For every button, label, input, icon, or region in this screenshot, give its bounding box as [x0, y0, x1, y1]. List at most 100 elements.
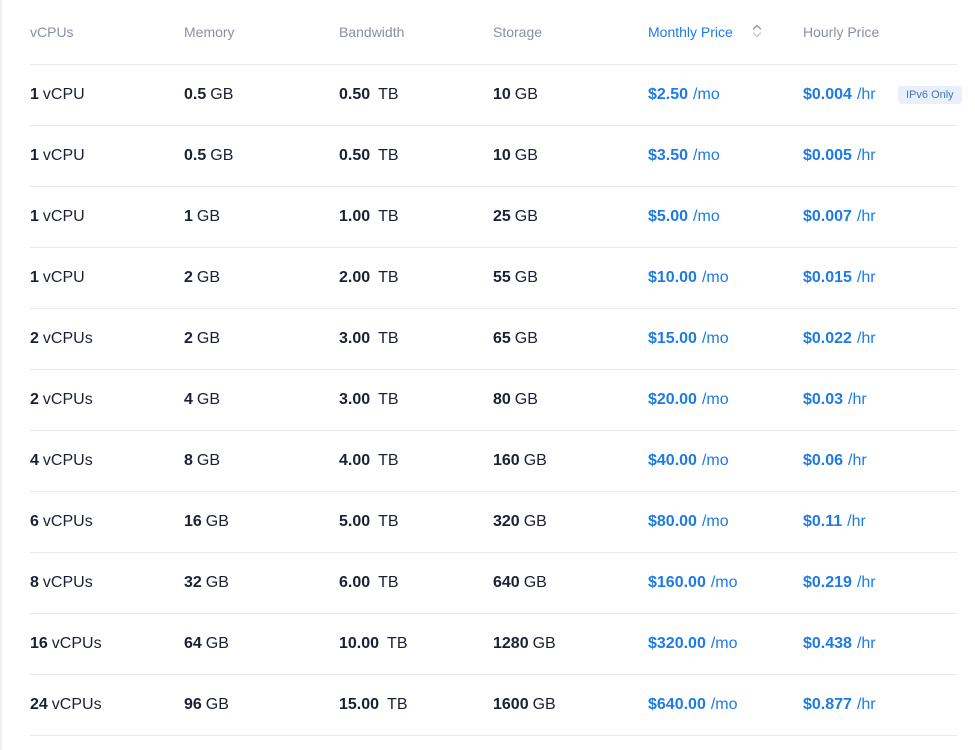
memory-value: 16	[184, 513, 202, 530]
monthly-price-value: $320.00	[648, 635, 706, 652]
monthly-price-unit: /mo	[710, 574, 738, 591]
bandwidth-value: 1.00	[339, 208, 371, 225]
hourly-price-cell: $0.007/hr	[803, 187, 876, 247]
storage-unit: GB	[514, 269, 538, 286]
vcpu-cell: 2 vCPUs	[30, 370, 93, 430]
column-header-bandwidth[interactable]: Bandwidth	[339, 0, 404, 65]
storage-cell: 1600 GB	[493, 675, 556, 735]
monthly-price-cell: $2.50/mo	[648, 65, 720, 125]
table-row[interactable]: 1 vCPU 2 GB 2.00 TB 55 GB $10.00/mo $0.015/hr	[30, 248, 957, 309]
monthly-price-unit: /mo	[693, 86, 720, 103]
hourly-price-unit: /hr	[848, 452, 867, 469]
storage-value: 1600	[493, 696, 529, 713]
storage-value: 160	[493, 452, 520, 469]
hourly-price-cell: $0.015/hr	[803, 248, 876, 308]
monthly-price-unit: /mo	[693, 147, 720, 164]
hourly-price-cell: $0.06/hr	[803, 431, 867, 491]
bandwidth-unit: TB	[378, 391, 399, 408]
vcpu-cell: 1 vCPU	[30, 187, 85, 247]
memory-unit: GB	[196, 391, 221, 408]
vcpu-count: 16	[30, 635, 48, 652]
vcpu-cell: 1 vCPU	[30, 126, 85, 186]
monthly-price-unit: /mo	[701, 513, 729, 530]
vcpu-count: 6	[30, 513, 39, 530]
hourly-price-unit: /hr	[856, 208, 876, 225]
monthly-price-cell: $5.00/mo	[648, 187, 720, 247]
vcpu-unit: vCPUs	[42, 330, 93, 347]
memory-value: 2	[184, 330, 193, 347]
bandwidth-cell: 4.00 TB	[339, 431, 399, 491]
table-row[interactable]: 6 vCPUs 16 GB 5.00 TB 320 GB $80.00/mo $0.11/hr	[30, 492, 957, 553]
vcpu-unit: vCPU	[42, 269, 85, 286]
memory-unit: GB	[196, 208, 221, 225]
vcpu-count: 8	[30, 574, 39, 591]
hourly-price-value: $0.438	[803, 635, 852, 652]
storage-value: 640	[493, 574, 520, 591]
table-row[interactable]: 8 vCPUs 32 GB 6.00 TB 640 GB $160.00/mo $0.219/hr	[30, 553, 957, 614]
table-row[interactable]: 24 vCPUs 96 GB 15.00 TB 1600 GB $640.00/mo $0.877…	[30, 675, 957, 736]
bandwidth-unit: TB	[378, 86, 399, 103]
vcpu-cell: 1 vCPU	[30, 248, 85, 308]
vcpu-unit: vCPUs	[42, 391, 93, 408]
table-row[interactable]: 4 vCPUs 8 GB 4.00 TB 160 GB $40.00/mo $0.06/hr	[30, 431, 957, 492]
hourly-price-unit: /hr	[856, 330, 876, 347]
storage-unit: GB	[514, 391, 538, 408]
monthly-price-unit: /mo	[701, 330, 729, 347]
column-header-vcpus[interactable]: vCPUs	[30, 0, 74, 65]
monthly-price-value: $640.00	[648, 696, 706, 713]
memory-cell: 16 GB	[184, 492, 229, 552]
memory-cell: 0.5 GB	[184, 65, 233, 125]
hourly-price-cell: $0.877/hr	[803, 675, 876, 735]
hourly-price-cell: $0.438/hr	[803, 614, 876, 674]
vcpu-cell: 16 vCPUs	[30, 614, 102, 674]
memory-cell: 2 GB	[184, 309, 220, 369]
hourly-price-value: $0.015	[803, 269, 852, 286]
bandwidth-value: 10.00	[339, 635, 380, 652]
bandwidth-cell: 3.00 TB	[339, 370, 399, 430]
bandwidth-value: 3.00	[339, 330, 371, 347]
storage-unit: GB	[514, 147, 538, 164]
bandwidth-cell: 0.50 TB	[339, 126, 399, 186]
vcpu-unit: vCPUs	[42, 513, 93, 530]
table-row[interactable]: 1 vCPU 0.5 GB 0.50 TB 10 GB $3.50/mo $0.005/hr	[30, 126, 957, 187]
monthly-price-value: $5.00	[648, 208, 689, 225]
monthly-price-cell: $640.00/mo	[648, 675, 738, 735]
storage-cell: 160 GB	[493, 431, 547, 491]
table-row[interactable]: 2 vCPUs 4 GB 3.00 TB 80 GB $20.00/mo $0.03/hr	[30, 370, 957, 431]
monthly-price-value: $10.00	[648, 269, 697, 286]
column-header-storage[interactable]: Storage	[493, 0, 542, 65]
column-header-monthly-price[interactable]: Monthly Price	[648, 0, 762, 65]
hourly-price-unit: /hr	[856, 86, 876, 103]
bandwidth-unit: TB	[378, 330, 399, 347]
table-row[interactable]: 2 vCPUs 2 GB 3.00 TB 65 GB $15.00/mo $0.022/hr	[30, 309, 957, 370]
storage-cell: 10 GB	[493, 126, 538, 186]
storage-cell: 65 GB	[493, 309, 538, 369]
vcpu-cell: 24 vCPUs	[30, 675, 102, 735]
memory-value: 0.5	[184, 147, 207, 164]
memory-value: 4	[184, 391, 193, 408]
memory-unit: GB	[205, 513, 229, 530]
storage-cell: 10 GB	[493, 65, 538, 125]
monthly-price-value: $80.00	[648, 513, 697, 530]
storage-cell: 80 GB	[493, 370, 538, 430]
table-row[interactable]: 1 vCPU 1 GB 1.00 TB 25 GB $5.00/mo $0.007/hr	[30, 187, 957, 248]
bandwidth-value: 5.00	[339, 513, 371, 530]
sort-icon[interactable]	[752, 23, 762, 39]
memory-unit: GB	[196, 269, 221, 286]
bandwidth-unit: TB	[378, 452, 399, 469]
bandwidth-unit: TB	[378, 147, 399, 164]
column-header-hourly-price[interactable]: Hourly Price	[803, 0, 879, 65]
storage-unit: GB	[523, 513, 547, 530]
monthly-price-value: $40.00	[648, 452, 697, 469]
memory-unit: GB	[210, 86, 234, 103]
hourly-price-value: $0.004	[803, 86, 852, 103]
bandwidth-value: 3.00	[339, 391, 371, 408]
column-header-memory[interactable]: Memory	[184, 0, 235, 65]
table-row[interactable]: 1 vCPU 0.5 GB 0.50 TB 10 GB $2.50/mo $0.004/hr IPv…	[30, 65, 962, 126]
monthly-price-cell: $10.00/mo	[648, 248, 729, 308]
storage-unit: GB	[514, 208, 538, 225]
hourly-price-cell: $0.004/hr	[803, 65, 876, 125]
table-row[interactable]: 16 vCPUs 64 GB 10.00 TB 1280 GB $320.00/mo $0.438…	[30, 614, 957, 675]
memory-cell: 8 GB	[184, 431, 220, 491]
storage-cell: 640 GB	[493, 553, 547, 613]
